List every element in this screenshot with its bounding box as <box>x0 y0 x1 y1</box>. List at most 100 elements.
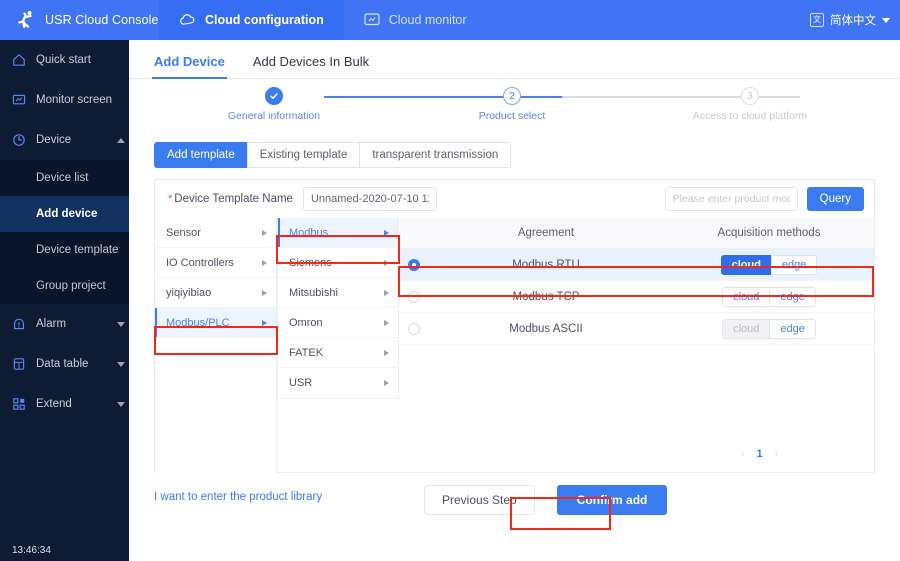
step-label: Access to cloud platform <box>692 110 808 122</box>
acquisition-method-cell: cloud edge <box>664 254 874 275</box>
required-asterisk: * <box>168 193 173 205</box>
chevron-down-icon <box>113 361 129 367</box>
category-modbus-plc[interactable]: Modbus/PLC <box>155 308 276 338</box>
sidebar-item-device-template[interactable]: Device template <box>0 232 129 268</box>
row-radio-cell[interactable] <box>400 290 428 303</box>
category-label: Omron <box>289 316 323 329</box>
page-tabs: Add Device Add Devices In Bulk <box>129 40 900 79</box>
table-header-agreement: Agreement <box>517 227 575 239</box>
pagination-next-icon[interactable]: › <box>775 448 779 460</box>
sidebar-item-group-project[interactable]: Group project <box>0 268 129 304</box>
step-product-select[interactable]: 2 Product select <box>427 87 597 122</box>
step-label: General information <box>227 110 321 122</box>
chevron-right-icon <box>384 259 389 266</box>
stepper-connector-1 <box>324 96 562 98</box>
step-general-information[interactable]: General information <box>189 87 359 122</box>
row-radio-cell[interactable] <box>400 322 428 335</box>
sidebar-item-alarm[interactable]: Alarm <box>0 304 129 344</box>
step-access-to-cloud-platform[interactable]: 3 Access to cloud platform <box>665 87 835 122</box>
sidebar-item-device[interactable]: Device <box>0 120 129 160</box>
template-mode-segmented-control: Add template Existing template transpare… <box>154 142 900 168</box>
query-button[interactable]: Query <box>806 187 864 211</box>
template-name-input[interactable] <box>302 187 437 211</box>
sidebar-item-quick-start[interactable]: Quick start <box>0 40 129 80</box>
product-library-link[interactable]: I want to enter the product library <box>154 491 322 503</box>
top-navigation-bar: USR Cloud Console Cloud configuration Cl… <box>0 0 900 40</box>
radio-button[interactable] <box>408 322 420 335</box>
radio-button[interactable] <box>408 290 420 303</box>
chevron-right-icon <box>384 289 389 296</box>
product-model-search-input[interactable] <box>664 187 798 211</box>
language-switcher[interactable]: 文 简体中文 <box>810 0 890 40</box>
chevron-up-icon <box>113 137 129 143</box>
agreement-name: Modbus TCP <box>512 290 580 303</box>
category-usr[interactable]: USR <box>278 368 398 398</box>
pagination: ‹ 1 › <box>645 448 874 460</box>
chevron-right-icon <box>384 229 389 236</box>
method-edge-button[interactable]: edge <box>770 254 818 275</box>
sidebar-item-extend[interactable]: Extend <box>0 384 129 424</box>
sidebar-item-monitor-screen[interactable]: Monitor screen <box>0 80 129 120</box>
category-sensor[interactable]: Sensor <box>155 218 276 248</box>
product-search-area: Query <box>664 187 864 211</box>
sidebar-clock: 13:46:34 <box>0 539 129 561</box>
category-label: Sensor <box>166 226 201 239</box>
tab-add-device[interactable]: Add Device <box>152 54 227 79</box>
chevron-down-icon <box>113 321 129 327</box>
confirm-add-button[interactable]: Confirm add <box>556 485 668 515</box>
acquisition-toggle: cloud edge <box>722 318 816 339</box>
chevron-down-icon <box>882 17 890 23</box>
category-fatek[interactable]: FATEK <box>278 338 398 368</box>
row-radio-cell[interactable] <box>400 258 428 271</box>
category-modbus[interactable]: Modbus <box>278 218 398 248</box>
table-row[interactable]: Modbus TCP cloud edge <box>400 281 874 313</box>
category-omron[interactable]: Omron <box>278 308 398 338</box>
sidebar-subitem-label: Device list <box>36 172 89 184</box>
method-edge-button[interactable]: edge <box>769 318 816 339</box>
tab-add-devices-in-bulk[interactable]: Add Devices In Bulk <box>253 54 369 78</box>
sidebar-item-label: Extend <box>36 398 72 410</box>
table-row[interactable]: Modbus RTU cloud edge <box>400 249 874 281</box>
sidebar-item-data-table[interactable]: Data table <box>0 344 129 384</box>
table-header-row: Agreement Acquisition methods <box>400 218 874 249</box>
category-label: Siemens <box>289 256 332 269</box>
pagination-prev-icon[interactable]: ‹ <box>741 448 745 460</box>
category-mitsubishi[interactable]: Mitsubishi <box>278 278 398 308</box>
seg-existing-template[interactable]: Existing template <box>246 142 361 168</box>
category-column-level1: Sensor IO Controllers yiqiyibiao Modbus/… <box>155 218 277 474</box>
table-header-acquisition-methods: Acquisition methods <box>717 227 821 239</box>
seg-label: transparent transmission <box>372 149 499 161</box>
panel-body: Sensor IO Controllers yiqiyibiao Modbus/… <box>155 218 874 474</box>
method-cloud-button[interactable]: cloud <box>722 286 771 307</box>
table-row[interactable]: Modbus ASCII cloud edge <box>400 313 874 345</box>
acquisition-toggle: cloud edge <box>720 254 818 275</box>
previous-step-button[interactable]: Previous Step <box>424 485 535 515</box>
check-icon <box>265 87 283 105</box>
category-yiqiyibiao[interactable]: yiqiyibiao <box>155 278 276 308</box>
sidebar-item-device-list[interactable]: Device list <box>0 160 129 196</box>
method-edge-button[interactable]: edge <box>769 286 816 307</box>
agreement-name: Modbus RTU <box>512 258 580 271</box>
app-root: USR Cloud Console Cloud configuration Cl… <box>0 0 900 561</box>
seg-add-template[interactable]: Add template <box>154 142 248 168</box>
pagination-page-1[interactable]: 1 <box>756 448 762 460</box>
acquisition-method-cell: cloud edge <box>664 286 874 307</box>
sidebar-item-label: Alarm <box>36 318 67 330</box>
wizard-buttons: Previous Step Confirm add <box>424 485 668 515</box>
monitor-icon <box>364 13 380 27</box>
category-siemens[interactable]: Siemens <box>278 248 398 278</box>
seg-transparent-transmission[interactable]: transparent transmission <box>359 142 512 168</box>
method-cloud-button[interactable]: cloud <box>720 254 772 275</box>
language-label: 简体中文 <box>830 15 876 27</box>
category-io-controllers[interactable]: IO Controllers <box>155 248 276 278</box>
nav-tab-cloud-configuration[interactable]: Cloud configuration <box>159 0 344 40</box>
nav-tab-cloud-monitor[interactable]: Cloud monitor <box>344 0 487 40</box>
sidebar-item-add-device[interactable]: Add device <box>0 196 129 232</box>
step-label: Product select <box>478 110 546 122</box>
table-icon <box>12 357 32 371</box>
sidebar-item-label: Monitor screen <box>36 94 113 106</box>
sidebar-submenu-device: Device list Add device Device template G… <box>0 160 129 304</box>
radio-button-selected[interactable] <box>408 258 420 271</box>
cloud-icon <box>179 13 196 27</box>
seg-label: Existing template <box>259 149 348 161</box>
